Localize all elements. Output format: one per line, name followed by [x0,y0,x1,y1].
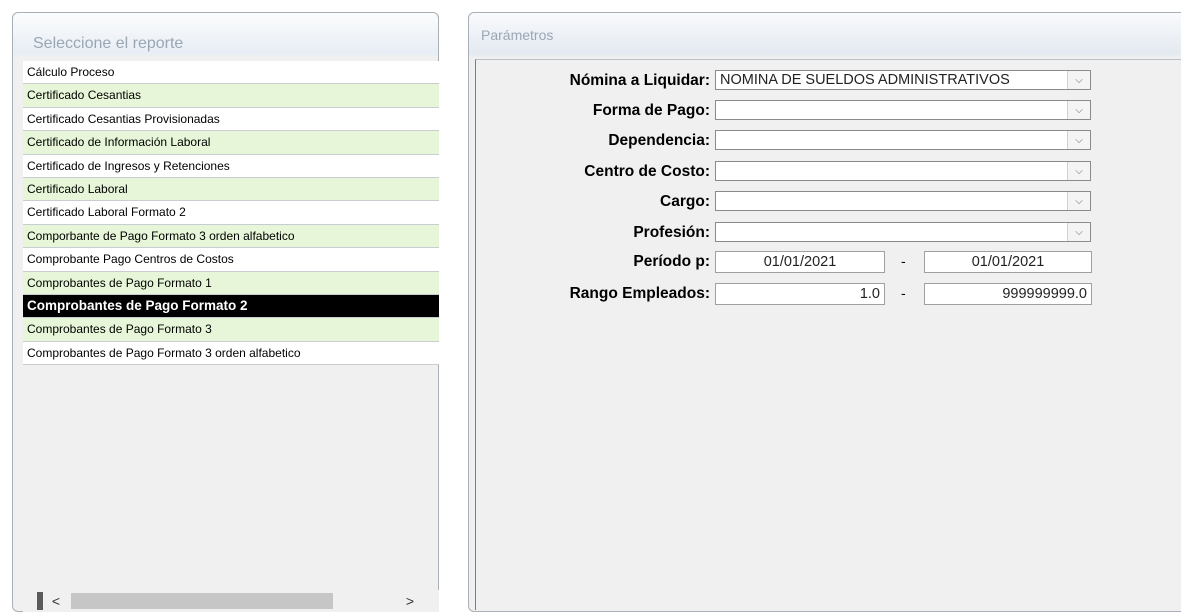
report-list[interactable]: Cálculo Proceso Certificado Cesantias Cert… [23,61,439,366]
dependencia-label: Dependencia: [608,132,710,149]
rango-separator: - [901,285,906,301]
chevron-down-icon[interactable]: ⌵ [1067,131,1090,149]
list-item[interactable]: Certificado de Información Laboral [23,131,439,155]
parameters-form: Nómina a Liquidar: NOMINA DE SUELDOS ADM… [475,59,1181,610]
periodo-from-input[interactable]: 01/01/2021 [715,251,885,273]
forma-pago-select[interactable]: ⌵ [715,100,1091,120]
periodo-label: Período p: [633,253,710,270]
parameters-panel-title: Parámetros [481,27,554,43]
parameters-panel: Parámetros Nómina a Liquidar: NOMINA DE … [468,12,1181,612]
list-item[interactable]: Certificado de Ingresos y Retenciones [23,154,439,178]
list-item[interactable]: Comprobante Pago Centros de Costos [23,248,439,272]
list-item[interactable]: Certificado Laboral [23,177,439,202]
profesion-label: Profesión: [633,224,710,241]
list-item[interactable]: Comprobantes de Pago Formato 3 orden alf… [23,341,439,366]
nomina-select[interactable]: NOMINA DE SUELDOS ADMINISTRATIVOS ⌵ [715,70,1091,90]
list-item[interactable]: Certificado Laboral Formato 2 [23,201,439,225]
list-item[interactable]: Comprobantes de Pago Formato 1 [23,271,439,295]
nomina-value: NOMINA DE SUELDOS ADMINISTRATIVOS [720,72,1010,88]
scroll-right-arrow-icon[interactable]: > [403,590,417,612]
rango-from-input[interactable]: 1.0 [715,283,885,305]
report-selection-panel: Seleccione el reporte Cálculo Proceso Cer… [12,12,439,612]
scroll-thumb[interactable] [71,593,333,609]
list-item[interactable]: Certificado Cesantias [23,84,439,108]
list-item[interactable]: Cálculo Proceso [23,61,439,85]
rango-label: Rango Empleados: [569,285,710,302]
forma-pago-label: Forma de Pago: [592,102,710,119]
nomina-label: Nómina a Liquidar: [569,72,710,89]
report-panel-title: Seleccione el reporte [33,35,184,52]
chevron-down-icon[interactable]: ⌵ [1067,101,1090,119]
horizontal-scrollbar[interactable]: < > [23,590,439,612]
centro-costo-select[interactable]: ⌵ [715,161,1091,181]
rango-to-input[interactable]: 999999999.0 [924,283,1092,305]
cargo-label: Cargo: [660,193,710,210]
chevron-down-icon[interactable]: ⌵ [1067,223,1090,241]
chevron-down-icon[interactable]: ⌵ [1067,192,1090,210]
list-item[interactable]: Certificado Cesantias Provisionadas [23,107,439,132]
chevron-down-icon[interactable]: ⌵ [1067,71,1090,89]
list-item[interactable]: Comprobantes de Pago Formato 2 [23,294,439,319]
chevron-down-icon[interactable]: ⌵ [1067,162,1090,180]
profesion-select[interactable]: ⌵ [715,222,1091,242]
centro-costo-label: Centro de Costo: [584,163,710,180]
scroll-left-arrow-icon[interactable]: < [49,590,63,612]
periodo-to-input[interactable]: 01/01/2021 [924,251,1092,273]
list-item[interactable]: Comprobantes de Pago Formato 3 [23,318,439,342]
dependencia-select[interactable]: ⌵ [715,130,1091,150]
scroll-grip[interactable] [37,592,43,610]
list-item[interactable]: Comporbante de Pago Formato 3 orden alfa… [23,224,439,249]
periodo-separator: - [901,253,906,269]
cargo-select[interactable]: ⌵ [715,191,1091,211]
